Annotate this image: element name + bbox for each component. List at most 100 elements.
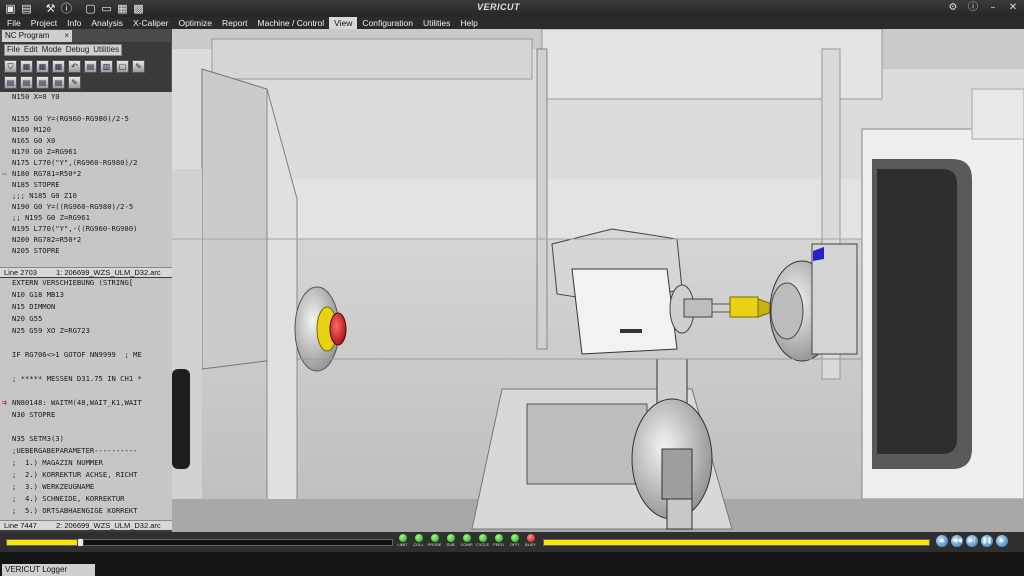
print-icon[interactable]: ▤ <box>84 60 97 73</box>
comment-icon[interactable]: ✎ <box>68 76 81 89</box>
code-line[interactable]: N30 STOPRE <box>12 410 55 420</box>
led-comp[interactable]: COMP <box>460 534 473 548</box>
code-line[interactable]: N195 L770("Y",-((RG960-RG980) <box>12 224 138 234</box>
nc-menu-utilities[interactable]: Utilities <box>91 45 121 55</box>
code-line[interactable]: N150 X=0 Y0 <box>12 92 60 102</box>
led-opti[interactable]: OPTI <box>508 534 521 548</box>
animation-speed-bar[interactable] <box>543 539 930 546</box>
code-line[interactable]: N35 SETM3(3) <box>12 434 64 444</box>
machine-3d-viewport[interactable] <box>172 29 1024 532</box>
rewind-icon[interactable]: ◀◀ <box>951 535 963 547</box>
menu-analysis[interactable]: Analysis <box>86 17 128 29</box>
menu-x-caliper[interactable]: X-Caliper <box>128 17 173 29</box>
logger-tab[interactable]: VERICUT Logger <box>2 564 95 576</box>
code-line[interactable]: N185 STOPRE <box>12 180 60 190</box>
code-line[interactable]: N205 STOPRE <box>12 246 60 256</box>
nc-menu-mode[interactable]: Mode <box>40 45 64 55</box>
menu-machine-control[interactable]: Machine / Control <box>253 17 330 29</box>
led-sub[interactable]: SUB <box>444 534 457 548</box>
nc-menu-file[interactable]: File <box>5 45 22 55</box>
menu-help[interactable]: Help <box>455 17 482 29</box>
columns-icon[interactable]: ▥ <box>100 60 113 73</box>
code-line-current[interactable]: N180 RG781=R50*2 <box>12 169 81 179</box>
led-probe[interactable]: PROBE <box>428 534 442 548</box>
close-icon[interactable]: × <box>64 30 69 42</box>
nc-program-tab[interactable]: NC Program × <box>2 30 72 42</box>
code-line[interactable]: N165 G0 X0 <box>12 136 55 146</box>
nc-menu-debug[interactable]: Debug <box>64 45 92 55</box>
eject-icon[interactable]: ⏏ <box>936 535 948 547</box>
pause-icon[interactable]: ❚❚ <box>981 535 993 547</box>
code-line[interactable]: N160 M120 <box>12 125 51 135</box>
code-line[interactable]: ; 1.) MAGAZIN NUMMER <box>12 458 103 468</box>
code-line[interactable]: N25 G59 XO Z=RG723 <box>12 326 90 336</box>
code-line[interactable]: ;; N195 G0 Z=RG961 <box>12 213 90 223</box>
code-line[interactable]: N200 RG782=R50*2 <box>12 235 81 245</box>
simulation-progress-slider[interactable] <box>6 538 393 547</box>
layout-quad-icon[interactable]: ▦ <box>116 2 129 15</box>
layout-dual-icon[interactable]: ▭ <box>100 2 113 15</box>
code-line[interactable]: ;;; N185 G0 Z10 <box>12 191 77 201</box>
save-icon[interactable]: ▣ <box>4 2 17 15</box>
code-line[interactable]: NN80148: WAITM(48,WAIT_K1,WAIT <box>12 398 142 408</box>
info-icon[interactable]: ⓘ <box>60 2 73 15</box>
code-line[interactable]: ; 4.) SCHNEIDE, KORREKTUR <box>12 494 125 504</box>
window-icon[interactable]: ▢ <box>116 60 129 73</box>
menu-report[interactable]: Report <box>217 17 253 29</box>
code-line[interactable]: N190 G0 Y=((RG960-RG980)/2-5 <box>12 202 133 212</box>
led-coll[interactable]: COLL <box>412 534 425 548</box>
document-icon[interactable]: ▤ <box>52 76 65 89</box>
tool-icon[interactable]: ⚒ <box>44 2 57 15</box>
close-icon[interactable]: ✕ <box>1006 1 1020 15</box>
simulation-control-bar: LIMIT COLL PROBE SUB COMP CYCLE FEED OPT… <box>0 532 1024 552</box>
nc-tab-label: NC Program <box>5 31 50 40</box>
grid-icon[interactable]: ▦ <box>36 60 49 73</box>
code-line[interactable]: N10 G18 MB13 <box>12 290 64 300</box>
settings-icon[interactable]: ⚙ <box>946 1 960 15</box>
filter-icon[interactable]: ⛉ <box>4 60 17 73</box>
nc-menu-edit[interactable]: Edit <box>22 45 40 55</box>
document-icon[interactable]: ▤ <box>4 76 17 89</box>
code-line[interactable]: ;UEBERGABEPARAMETER---------- <box>12 446 138 456</box>
nc-code-pane-top[interactable]: N150 X=0 Y0 N155 G0 Y=(RG960-RG980)/2-5 … <box>0 92 172 267</box>
led-feed[interactable]: FEED <box>492 534 505 548</box>
code-line[interactable]: N155 G0 Y=(RG960-RG980)/2-5 <box>12 114 129 124</box>
code-line[interactable]: N175 L770("Y",(RG960-RG980)/2 <box>12 158 138 168</box>
logger-tab-label: VERICUT Logger <box>5 565 68 574</box>
menu-project[interactable]: Project <box>26 17 62 29</box>
minimize-icon[interactable]: – <box>986 1 1000 15</box>
grid-icon[interactable]: ▦ <box>52 60 65 73</box>
led-limit[interactable]: LIMIT <box>396 534 409 548</box>
play-icon[interactable]: ▶ <box>996 535 1008 547</box>
led-cycle[interactable]: CYCLE <box>476 534 489 548</box>
code-line[interactable]: N20 G55 <box>12 314 42 324</box>
menu-configuration[interactable]: Configuration <box>357 17 418 29</box>
grid-icon[interactable]: ▦ <box>20 60 33 73</box>
menu-utilities[interactable]: Utilities <box>418 17 455 29</box>
code-line[interactable]: ; ***** MESSEN D31.75 IN CH1 * <box>12 374 142 384</box>
document-icon[interactable]: ▤ <box>20 76 33 89</box>
undo-icon[interactable]: ↶ <box>68 60 81 73</box>
code-line[interactable]: ; 5.) ORTSABHAENGIGE KORREKT <box>12 506 138 516</box>
step-icon[interactable]: ▶| <box>966 535 978 547</box>
layout-single-icon[interactable]: ▢ <box>84 2 97 15</box>
code-line[interactable]: N170 G0 Z=RG961 <box>12 147 77 157</box>
info-icon[interactable]: ⓘ <box>966 1 980 15</box>
code-line[interactable]: IF RG706<>1 GOTOF NN9999 ; ME <box>12 350 142 360</box>
code-line[interactable]: ; 3.) WERKZEUGNAME <box>12 482 94 492</box>
code-line[interactable]: N15 DIMMON <box>12 302 55 312</box>
print-icon[interactable]: ▤ <box>20 2 33 15</box>
document-icon[interactable]: ▤ <box>36 76 49 89</box>
led-busy[interactable]: BUSY <box>524 534 537 548</box>
progress-knob[interactable] <box>77 538 85 547</box>
nc-code-pane-bottom[interactable]: EXTERN VERSCHIEBUNG (STRING[ N10 G18 MB1… <box>0 278 172 520</box>
comment-icon[interactable]: ✎ <box>132 60 145 73</box>
menu-optimize[interactable]: Optimize <box>173 17 217 29</box>
code-line[interactable]: ; 2.) KORREKTUR ACHSE, RICHT <box>12 470 138 480</box>
menu-info[interactable]: Info <box>62 17 86 29</box>
snapshot-icon[interactable]: ▩ <box>132 2 145 15</box>
code-line[interactable]: EXTERN VERSCHIEBUNG (STRING[ <box>12 278 133 288</box>
menu-view[interactable]: View <box>329 17 358 29</box>
line-number: Line 7447 <box>4 521 37 530</box>
menu-file[interactable]: File <box>2 17 26 29</box>
